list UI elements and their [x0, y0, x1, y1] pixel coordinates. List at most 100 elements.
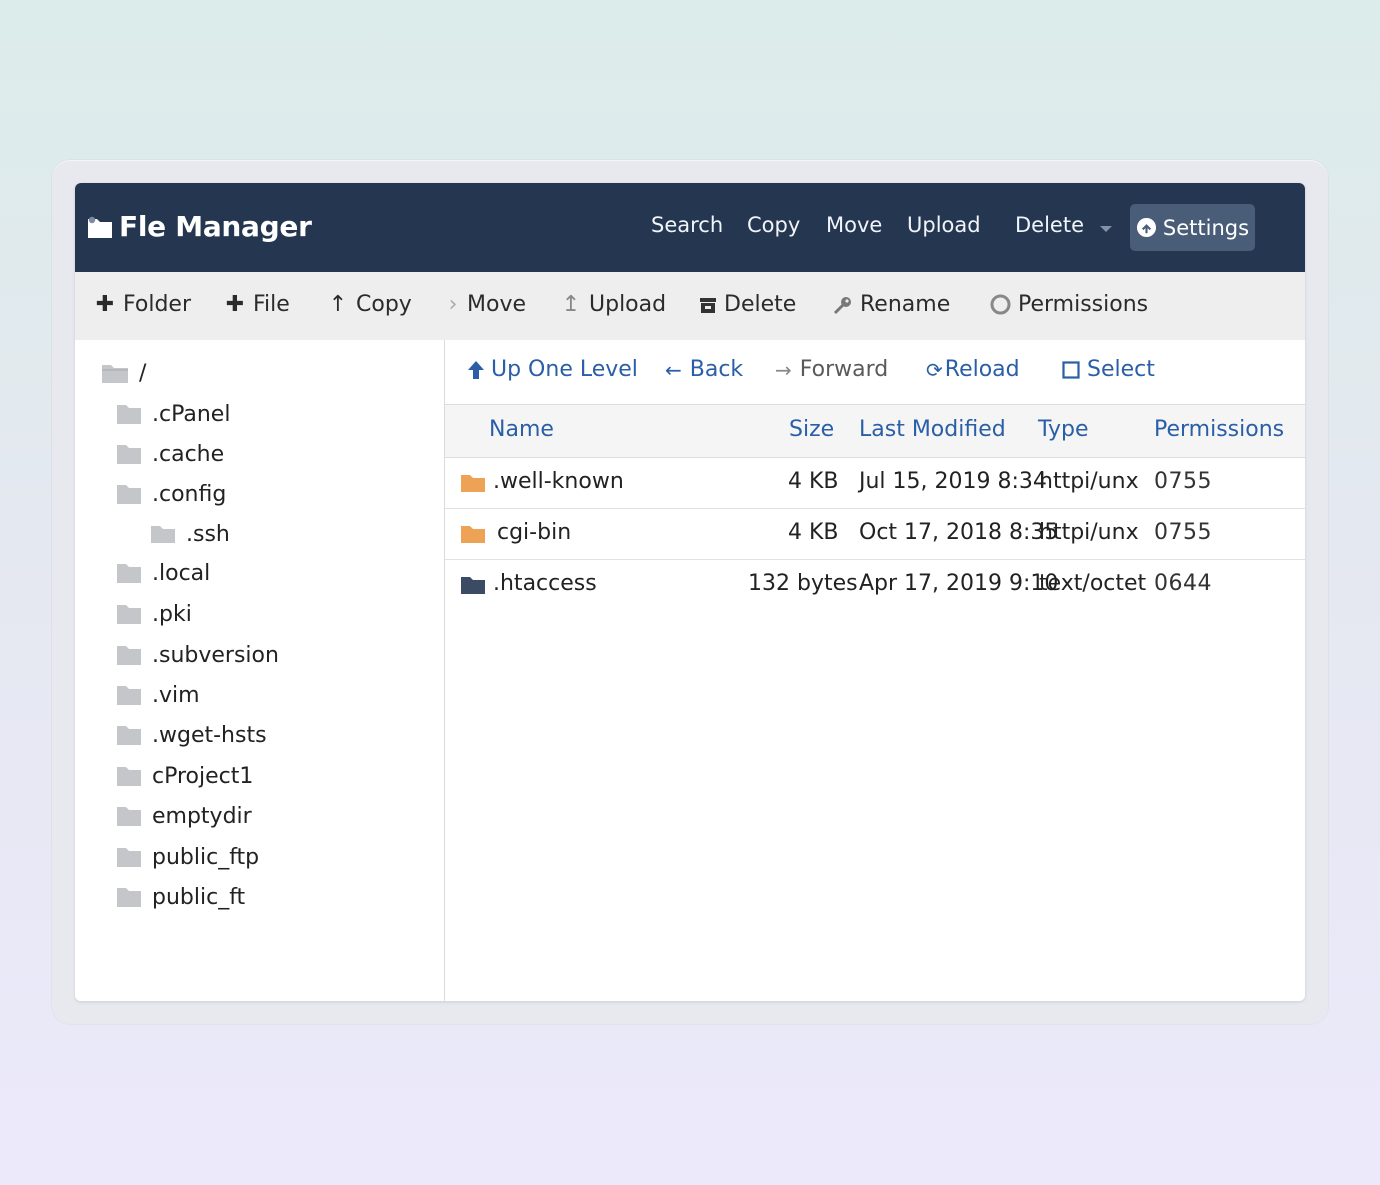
tree-label: .cache — [152, 441, 225, 467]
folder-icon — [117, 564, 141, 583]
folder-tree: / .cPanel .cache .config .ssh .local .pk… — [75, 340, 445, 1001]
arrow-up-icon: ↑ — [328, 292, 348, 317]
table-row[interactable]: .htaccess 132 bytes Apr 17, 2019 9:10 te… — [445, 560, 1305, 610]
file-name: cgi-bin — [497, 520, 572, 545]
file-permissions: 0644 — [1154, 571, 1212, 596]
copy-label: Copy — [356, 292, 412, 317]
tree-label: public_ft — [152, 884, 246, 910]
file-type: text/octet — [1039, 571, 1147, 596]
folder-open-icon — [102, 365, 128, 383]
topnav-delete[interactable]: Delete — [1015, 213, 1084, 237]
header-bar: Fle Manager Search Copy Move Upload Dele… — [75, 183, 1305, 272]
tree-item[interactable]: emptydir — [116, 801, 252, 831]
copy-button[interactable]: ↑ Copy — [328, 292, 412, 317]
tree-item[interactable]: public_ft — [116, 882, 245, 912]
permissions-button[interactable]: Permissions — [990, 292, 1148, 317]
checkbox-icon — [1062, 360, 1080, 379]
action-toolbar: ✚ Folder ✚ File ↑ Copy › Move ↥ Upload D… — [75, 272, 1305, 341]
topnav-move[interactable]: Move — [826, 213, 882, 237]
rename-button[interactable]: Rename — [833, 292, 950, 317]
folder-icon — [117, 888, 141, 907]
select-button[interactable]: Select — [1062, 357, 1155, 382]
delete-button[interactable]: Delete — [699, 292, 796, 317]
plus-icon: ✚ — [95, 292, 115, 317]
arrow-left-icon: ← — [665, 357, 682, 382]
topnav-copy[interactable]: Copy — [747, 213, 800, 237]
folder-icon — [117, 848, 141, 867]
folder-icon — [117, 807, 141, 826]
settings-button[interactable]: Settings — [1130, 204, 1255, 251]
back-button[interactable]: ← Back — [665, 357, 743, 382]
file-permissions: 0755 — [1154, 520, 1212, 545]
tree-label: / — [139, 360, 147, 386]
tree-item[interactable]: public_ftp — [116, 842, 259, 872]
new-file-label: File — [253, 292, 290, 317]
upload-label: Upload — [589, 292, 667, 317]
up-one-level-button[interactable]: Up One Level — [467, 357, 638, 382]
topnav-upload[interactable]: Upload — [907, 213, 981, 237]
arrow-up-icon — [468, 360, 484, 379]
file-type: httpi/unx — [1039, 520, 1139, 545]
permissions-label: Permissions — [1018, 292, 1149, 317]
table-row[interactable]: .well-known 4 KB Jul 15, 2019 8:34 httpi… — [445, 458, 1305, 509]
tree-label: .vim — [152, 682, 200, 708]
file-name: .htaccess — [493, 571, 597, 596]
column-header-permissions[interactable]: Permissions — [1154, 417, 1284, 442]
move-label: Move — [467, 292, 526, 317]
column-header-size[interactable]: Size — [789, 417, 834, 442]
file-manager-window: Fle Manager Search Copy Move Upload Dele… — [75, 183, 1305, 1001]
file-modified: Jul 15, 2019 8:34 — [859, 469, 1047, 494]
folder-icon — [117, 726, 141, 745]
tree-item[interactable]: .cache — [116, 439, 224, 469]
folder-icon — [117, 767, 141, 786]
folder-orange-icon — [461, 475, 485, 492]
chevron-down-icon[interactable] — [1100, 226, 1112, 232]
tree-item[interactable]: cProject1 — [116, 761, 253, 791]
column-header-name[interactable]: Name — [489, 417, 554, 442]
tree-item[interactable]: .subversion — [116, 640, 279, 670]
tree-item[interactable]: .local — [116, 558, 210, 588]
forward-button[interactable]: → Forward — [775, 357, 888, 382]
tree-label: .subversion — [152, 642, 279, 668]
move-button[interactable]: › Move — [447, 292, 526, 317]
table-row[interactable]: cgi-bin 4 KB Oct 17, 2018 8:35 httpi/unx… — [445, 509, 1305, 560]
new-file-button[interactable]: ✚ File — [225, 292, 290, 317]
reload-button[interactable]: ⟳ Reload — [926, 357, 1020, 382]
delete-label: Delete — [724, 292, 797, 317]
tree-label: cProject1 — [152, 763, 254, 789]
settings-icon — [1136, 217, 1156, 238]
file-size: 132 bytes — [748, 571, 858, 596]
new-folder-button[interactable]: ✚ Folder — [95, 292, 191, 317]
settings-label: Settings — [1162, 215, 1250, 240]
tree-item[interactable]: .config — [116, 479, 226, 509]
top-nav: Search Copy Move Upload Delete — [75, 213, 1305, 243]
tree-item-root[interactable]: / — [101, 358, 146, 388]
folder-icon — [117, 686, 141, 705]
column-header-last-modified[interactable]: Last Modified — [859, 417, 1006, 442]
file-name: .well-known — [493, 469, 624, 494]
tree-item[interactable]: .cPanel — [116, 399, 230, 429]
circle-icon — [990, 294, 1011, 315]
column-header-type[interactable]: Type — [1038, 417, 1089, 442]
tree-item[interactable]: .pki — [116, 599, 192, 629]
tree-item[interactable]: .ssh — [150, 519, 230, 549]
folder-icon — [117, 605, 141, 624]
upload-icon: ↥ — [561, 292, 581, 317]
tree-label: .config — [152, 481, 227, 507]
folder-icon — [117, 485, 141, 504]
chevron-right-icon: › — [448, 292, 458, 317]
file-list-panel: Up One Level ← Back → Forward ⟳ Reload S… — [445, 340, 1305, 1001]
key-icon — [833, 296, 851, 314]
arrow-right-icon: → — [775, 357, 792, 382]
tree-item[interactable]: .wget-hsts — [116, 720, 267, 750]
forward-label: Forward — [799, 357, 889, 382]
table-header: Name Size Last Modified Type Permissions — [445, 405, 1305, 458]
folder-dark-icon — [461, 577, 485, 594]
tree-item[interactable]: .vim — [116, 680, 200, 710]
new-folder-label: Folder — [123, 292, 191, 317]
file-size: 4 KB — [788, 520, 839, 545]
tree-label: .local — [152, 560, 211, 586]
upload-button[interactable]: ↥ Upload — [561, 292, 666, 317]
topnav-search[interactable]: Search — [651, 213, 723, 237]
trash-icon — [700, 297, 716, 313]
